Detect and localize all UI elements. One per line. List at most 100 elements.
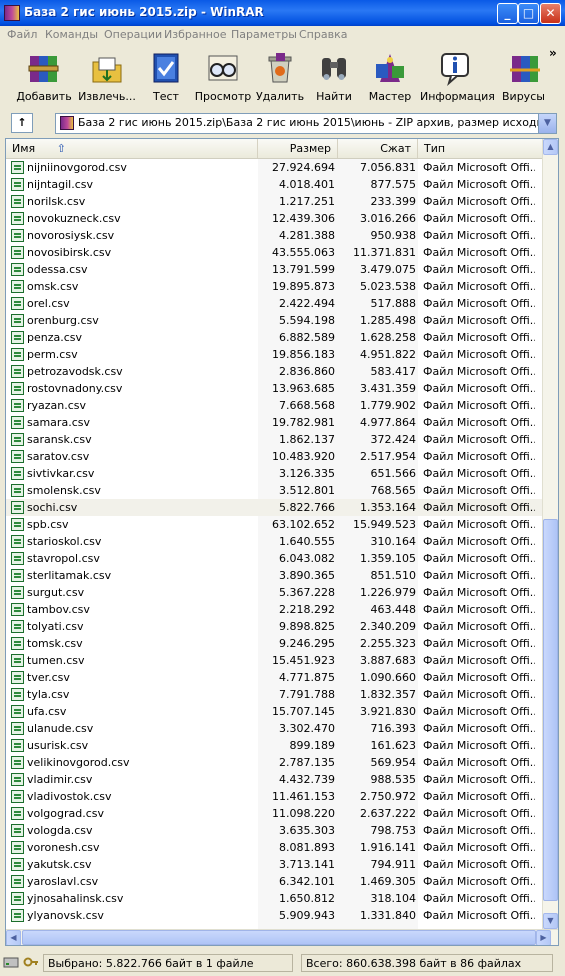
file-row[interactable]: starioskol.csv 1.640.555 310.164 Файл Micro…: [6, 533, 544, 550]
file-packed-size: 794.911: [370, 858, 417, 871]
toolbar-overflow-chevron-icon[interactable]: »: [549, 46, 557, 60]
file-row[interactable]: yakutsk.csv 3.713.141 794.911 Файл Microsof…: [6, 856, 544, 873]
file-type: Файл Microsoft Offi...: [423, 263, 535, 276]
info-button[interactable]: Информация: [420, 48, 495, 106]
file-row[interactable]: odessa.csv 13.791.599 3.479.075 Файл Micros…: [6, 261, 544, 278]
vertical-scrollbar[interactable]: ▲ ▼: [542, 139, 558, 929]
file-row[interactable]: omsk.csv 19.895.873 5.023.538 Файл Microsof…: [6, 278, 544, 295]
menu-favorites[interactable]: Избранное: [164, 28, 226, 41]
file-name: petrozavodsk.csv: [27, 365, 123, 378]
column-type-header[interactable]: Тип: [418, 139, 544, 158]
menu-operations[interactable]: Операции: [104, 28, 162, 41]
menu-options[interactable]: Параметры: [231, 28, 297, 41]
file-row[interactable]: stavropol.csv 6.043.082 1.359.105 Файл Micr…: [6, 550, 544, 567]
file-row[interactable]: yjnosahalinsk.csv 1.650.812 318.104 Файл Mi…: [6, 890, 544, 907]
up-folder-button[interactable]: ↑: [11, 113, 33, 133]
address-bar: ↑ База 2 гис июнь 2015.zip\База 2 гис ию…: [0, 110, 565, 136]
test-button[interactable]: Тест: [140, 48, 192, 106]
file-row[interactable]: yaroslavl.csv 6.342.101 1.469.305 Файл Micr…: [6, 873, 544, 890]
file-size: 2.787.135: [279, 756, 335, 769]
file-size: 19.856.183: [272, 348, 335, 361]
file-row[interactable]: samara.csv 19.782.981 4.977.864 Файл Micros…: [6, 414, 544, 431]
file-row[interactable]: orenburg.csv 5.594.198 1.285.498 Файл Micro…: [6, 312, 544, 329]
file-row[interactable]: sterlitamak.csv 3.890.365 851.510 Файл Micr…: [6, 567, 544, 584]
file-row[interactable]: sochi.csv 5.822.766 1.353.164 Файл Microsof…: [6, 499, 544, 516]
menu-file[interactable]: Файл: [7, 28, 37, 41]
add-button[interactable]: Добавить: [14, 48, 74, 106]
file-row[interactable]: sivtivkar.csv 3.126.335 651.566 Файл Micros…: [6, 465, 544, 482]
file-type: Файл Microsoft Offi...: [423, 892, 535, 905]
file-list[interactable]: Имя ⇧ Размер Сжат Тип nijniinovgorod.csv…: [5, 138, 559, 946]
file-row[interactable]: ufa.csv 15.707.145 3.921.830 Файл Microsoft…: [6, 703, 544, 720]
file-row[interactable]: tomsk.csv 9.246.295 2.255.323 Файл Microsof…: [6, 635, 544, 652]
column-size-header[interactable]: Размер: [258, 139, 338, 158]
file-size: 2.836.860: [279, 365, 335, 378]
file-row[interactable]: saratov.csv 10.483.920 2.517.954 Файл Micro…: [6, 448, 544, 465]
scroll-right-button[interactable]: ▶: [536, 930, 551, 945]
path-combobox[interactable]: База 2 гис июнь 2015.zip\База 2 гис июнь…: [55, 113, 557, 134]
delete-label: Удалить: [255, 90, 305, 103]
file-row[interactable]: ylyanovsk.csv 5.909.943 1.331.840 Файл Micr…: [6, 907, 544, 924]
title-bar[interactable]: База 2 гис июнь 2015.zip - WinRAR _ □ ✕: [0, 0, 565, 26]
column-packed-header[interactable]: Сжат: [338, 139, 418, 158]
file-row[interactable]: ulanude.csv 3.302.470 716.393 Файл Microsof…: [6, 720, 544, 737]
file-row[interactable]: tumen.csv 15.451.923 3.887.683 Файл Microso…: [6, 652, 544, 669]
file-type: Файл Microsoft Offi...: [423, 535, 535, 548]
file-row[interactable]: vladimir.csv 4.432.739 988.535 Файл Microso…: [6, 771, 544, 788]
file-row[interactable]: nijntagil.csv 4.018.401 877.575 Файл Micros…: [6, 176, 544, 193]
file-row[interactable]: norilsk.csv 1.217.251 233.399 Файл Microsof…: [6, 193, 544, 210]
file-row[interactable]: voronesh.csv 8.081.893 1.916.141 Файл Micro…: [6, 839, 544, 856]
file-row[interactable]: velikinovgorod.csv 2.787.135 569.954 Файл M…: [6, 754, 544, 771]
virus-scan-button[interactable]: Вирусы: [502, 48, 546, 106]
scroll-left-button[interactable]: ◀: [6, 930, 21, 945]
menu-commands[interactable]: Команды: [45, 28, 98, 41]
file-row[interactable]: usurisk.csv 899.189 161.623 Файл Microsoft …: [6, 737, 544, 754]
file-name: sochi.csv: [27, 501, 78, 514]
horizontal-scrollbar[interactable]: ◀ ▶: [6, 929, 558, 945]
scroll-up-button[interactable]: ▲: [543, 139, 558, 155]
delete-button[interactable]: Удалить: [254, 48, 306, 106]
file-row[interactable]: orel.csv 2.422.494 517.888 Файл Microsoft O…: [6, 295, 544, 312]
file-size: 3.635.303: [279, 824, 335, 837]
file-row[interactable]: tyla.csv 7.791.788 1.832.357 Файл Microsoft…: [6, 686, 544, 703]
chevron-down-icon[interactable]: ▼: [538, 114, 556, 133]
file-row[interactable]: surgut.csv 5.367.228 1.226.979 Файл Microso…: [6, 584, 544, 601]
file-row[interactable]: perm.csv 19.856.183 4.951.822 Файл Microsof…: [6, 346, 544, 363]
file-row[interactable]: ryazan.csv 7.668.568 1.779.902 Файл Microso…: [6, 397, 544, 414]
maximize-button[interactable]: □: [518, 3, 539, 24]
file-row[interactable]: rostovnadony.csv 13.963.685 3.431.359 Файл …: [6, 380, 544, 397]
column-name-header[interactable]: Имя ⇧: [6, 139, 258, 158]
file-row[interactable]: volgograd.csv 11.098.220 2.637.222 Файл Mic…: [6, 805, 544, 822]
csv-file-icon: [11, 705, 24, 718]
scroll-down-button[interactable]: ▼: [543, 913, 558, 929]
file-row[interactable]: penza.csv 6.882.589 1.628.258 Файл Microsof…: [6, 329, 544, 346]
minimize-button[interactable]: _: [497, 3, 518, 24]
file-row[interactable]: tambov.csv 2.218.292 463.448 Файл Microsoft…: [6, 601, 544, 618]
horizontal-scroll-thumb[interactable]: [22, 930, 536, 945]
file-row[interactable]: vologda.csv 3.635.303 798.753 Файл Microsof…: [6, 822, 544, 839]
vertical-scroll-thumb[interactable]: [543, 519, 558, 901]
file-row[interactable]: spb.csv 63.102.652 15.949.523 Файл Microsof…: [6, 516, 544, 533]
close-button[interactable]: ✕: [540, 3, 561, 24]
wizard-button[interactable]: Мастер: [362, 48, 418, 106]
file-type: Файл Microsoft Offi...: [423, 161, 535, 174]
file-row[interactable]: tver.csv 4.771.875 1.090.660 Файл Microsoft…: [6, 669, 544, 686]
file-size: 1.650.812: [279, 892, 335, 905]
find-button[interactable]: Найти: [308, 48, 360, 106]
view-button[interactable]: Просмотр: [194, 48, 252, 106]
extract-button[interactable]: Извлечь...: [76, 48, 138, 106]
file-row[interactable]: tolyati.csv 9.898.825 2.340.209 Файл Micros…: [6, 618, 544, 635]
file-row[interactable]: novorosiysk.csv 4.281.388 950.938 Файл Micr…: [6, 227, 544, 244]
file-size: 3.713.141: [279, 858, 335, 871]
file-row[interactable]: saransk.csv 1.862.137 372.424 Файл Microsof…: [6, 431, 544, 448]
file-row[interactable]: vladivostok.csv 11.461.153 2.750.972 Файл M…: [6, 788, 544, 805]
file-row[interactable]: petrozavodsk.csv 2.836.860 583.417 Файл Mic…: [6, 363, 544, 380]
file-row[interactable]: nijniinovgorod.csv 27.924.694 7.056.831 Фай…: [6, 159, 544, 176]
file-type: Файл Microsoft Offi...: [423, 858, 535, 871]
file-row[interactable]: novosibirsk.csv 43.555.063 11.371.831 Файл …: [6, 244, 544, 261]
file-row[interactable]: novokuzneck.csv 12.439.306 3.016.266 Файл M…: [6, 210, 544, 227]
menu-help[interactable]: Справка: [299, 28, 347, 41]
file-row[interactable]: smolensk.csv 3.512.801 768.565 Файл Microso…: [6, 482, 544, 499]
file-packed-size: 7.056.831: [360, 161, 416, 174]
winrar-app-icon[interactable]: [4, 5, 20, 21]
